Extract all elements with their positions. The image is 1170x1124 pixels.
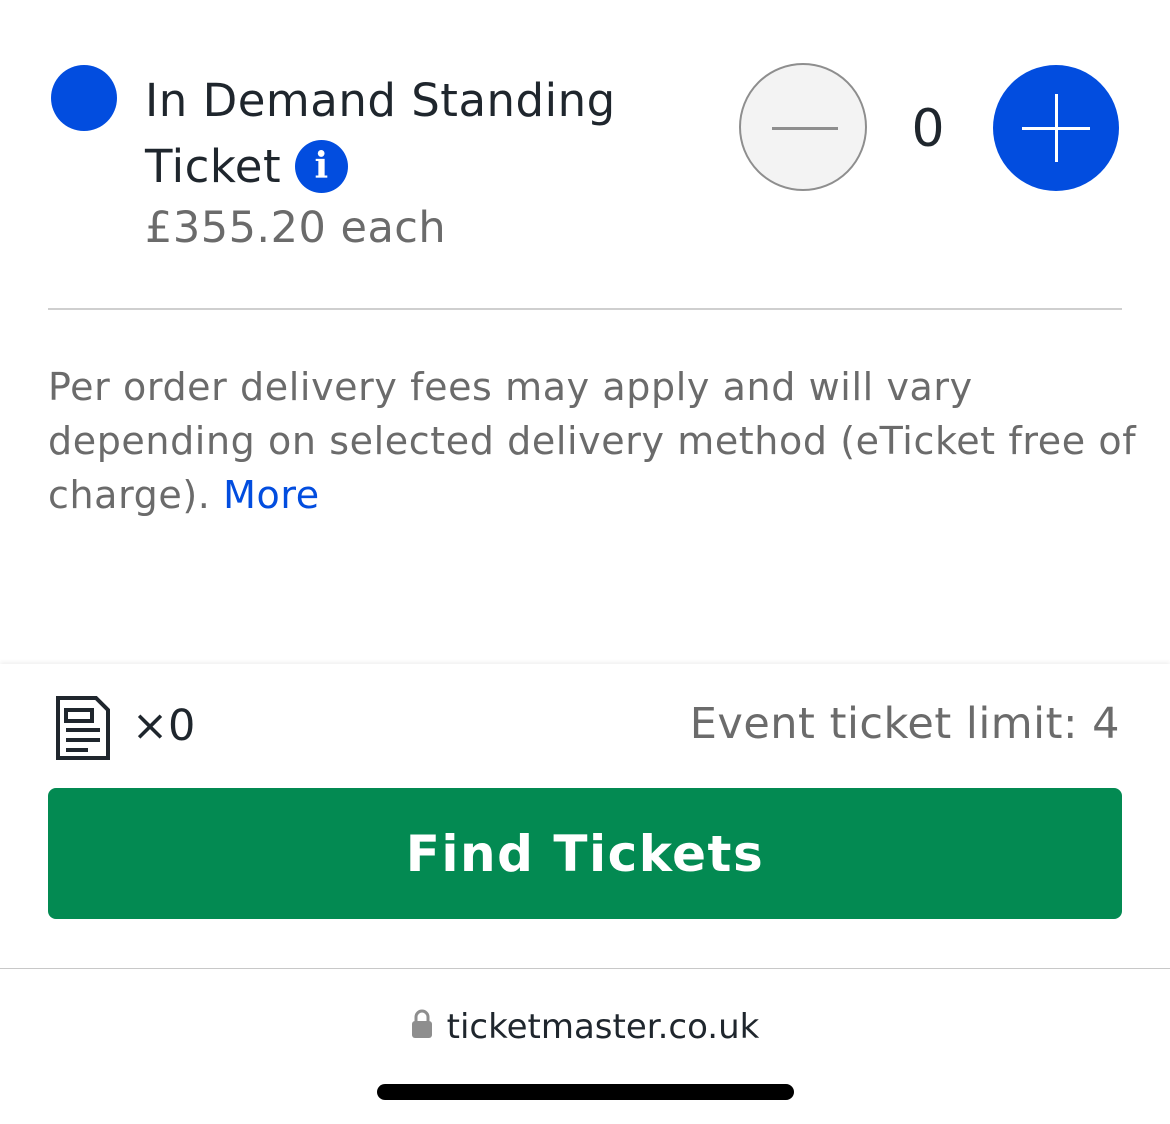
browser-address-bar[interactable]: ticketmaster.co.uk <box>0 1000 1170 1054</box>
delivery-fees-text: Per order delivery fees may apply and wi… <box>48 365 1137 517</box>
home-indicator[interactable] <box>377 1084 794 1100</box>
find-tickets-button[interactable]: Find Tickets <box>48 788 1122 919</box>
browser-url: ticketmaster.co.uk <box>446 1007 760 1047</box>
selected-ticket-count: ×0 <box>132 701 196 751</box>
plus-icon-vertical <box>1055 94 1058 162</box>
ticket-quantity: 0 <box>911 99 945 159</box>
ticket-selection-page: In Demand Standing Ticket i £355.20 each … <box>0 0 1170 1124</box>
section-divider <box>48 308 1122 310</box>
event-ticket-limit: Event ticket limit: 4 <box>689 699 1120 749</box>
browser-toolbar-divider <box>0 968 1170 969</box>
delivery-fees-notice: Per order delivery fees may apply and wi… <box>48 360 1138 522</box>
ticket-type-label: In Demand Standing Ticket <box>145 74 616 193</box>
increase-quantity-button[interactable] <box>993 65 1119 191</box>
ticket-type-dot-icon <box>51 65 117 131</box>
ticket-type-name: In Demand Standing Ticket i <box>145 68 665 200</box>
ticket-price: £355.20 each <box>145 203 447 253</box>
lock-icon <box>411 1009 432 1038</box>
ticket-list-icon <box>56 696 110 760</box>
info-icon[interactable]: i <box>295 139 349 193</box>
decrease-quantity-button[interactable] <box>739 63 867 191</box>
minus-icon <box>772 127 838 130</box>
more-link[interactable]: More <box>223 473 320 517</box>
